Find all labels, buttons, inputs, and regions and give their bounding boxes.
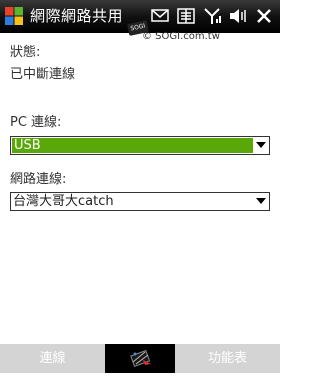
mail-icon[interactable] xyxy=(150,7,170,25)
dropdown-arrow-icon[interactable] xyxy=(256,142,266,148)
selection-highlight xyxy=(12,138,253,153)
connect-softkey[interactable]: 連線 xyxy=(0,344,105,373)
network-connection-value: 台灣大哥大catch xyxy=(13,194,114,209)
status-label: 狀態: xyxy=(10,45,41,60)
windows-logo-icon[interactable] xyxy=(4,6,24,26)
app-title: 網際網路共用 xyxy=(30,7,124,25)
close-icon[interactable] xyxy=(254,7,274,25)
network-connection-label: 網路連線: xyxy=(10,172,67,187)
pc-connection-value: USB xyxy=(14,138,41,153)
keyboard-input-icon xyxy=(130,349,151,368)
pc-connection-label: PC 連線: xyxy=(10,115,62,130)
pc-connection-select[interactable]: USB xyxy=(10,136,270,155)
dropdown-arrow-icon[interactable] xyxy=(256,198,266,204)
keyboard-icon[interactable] xyxy=(176,7,196,25)
menu-softkey[interactable]: 功能表 xyxy=(175,344,280,373)
network-connection-select[interactable]: 台灣大哥大catch xyxy=(10,192,270,211)
keyboard-input-button[interactable] xyxy=(105,344,175,373)
softkey-bar: 連線 功能表 xyxy=(0,344,280,373)
watermark-text: © SOGI.com.tw xyxy=(142,31,220,42)
signal-icon[interactable] xyxy=(202,7,222,25)
volume-icon[interactable] xyxy=(228,7,248,25)
status-value: 已中斷連線 xyxy=(10,67,76,82)
